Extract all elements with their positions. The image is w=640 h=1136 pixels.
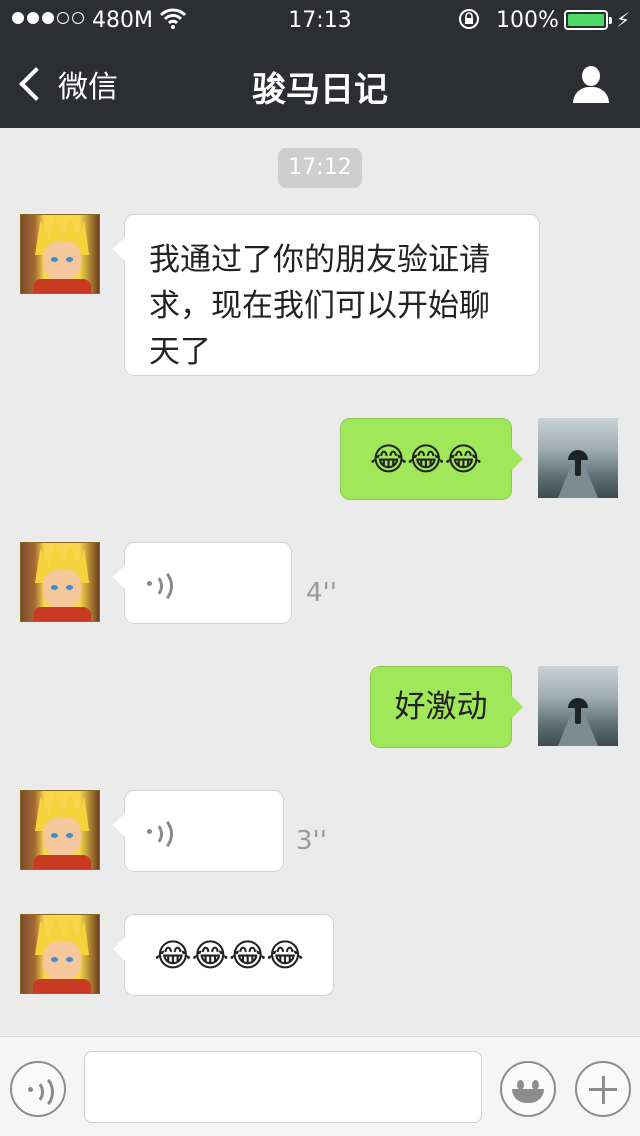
rotation-lock-icon bbox=[458, 8, 480, 36]
message-text: 好激动 bbox=[394, 689, 488, 725]
status-bar: 480M 17:13 100% ⚡ bbox=[0, 0, 640, 40]
message-bubble[interactable]: 😂😂😂 bbox=[340, 418, 523, 500]
avatar-figure bbox=[575, 458, 581, 476]
message-emoji: 😂😂😂😂 bbox=[154, 936, 304, 974]
voice-arc bbox=[143, 816, 173, 852]
more-button[interactable] bbox=[575, 1061, 631, 1117]
input-bar bbox=[0, 1036, 640, 1136]
battery-percent: 100% bbox=[496, 8, 559, 33]
avatar-figure bbox=[575, 706, 581, 724]
plus-icon-vertical bbox=[601, 1076, 605, 1104]
avatar-face bbox=[43, 241, 81, 281]
voice-input-button[interactable] bbox=[10, 1061, 66, 1117]
contact-avatar[interactable] bbox=[20, 214, 100, 294]
top-bar: 480M 17:13 100% ⚡ 微信 骏马日记 bbox=[0, 0, 640, 128]
avatar-eye bbox=[51, 585, 58, 590]
avatar-eye bbox=[66, 585, 73, 590]
person-head bbox=[582, 66, 600, 86]
avatar-eye bbox=[51, 833, 58, 838]
battery-icon bbox=[564, 10, 612, 30]
avatar-eye bbox=[66, 257, 73, 262]
avatar-eye bbox=[51, 957, 58, 962]
avatar-collar bbox=[33, 279, 91, 293]
chat-timestamp: 17:12 bbox=[278, 148, 362, 188]
message-bubble[interactable]: 😂😂😂😂 bbox=[113, 914, 334, 996]
message-bubble[interactable]: 好激动 bbox=[370, 666, 523, 748]
message-emoji: 😂😂😂 bbox=[369, 440, 483, 478]
battery-fill bbox=[568, 14, 604, 26]
bubble-tail bbox=[113, 813, 125, 837]
voice-wave-icon bbox=[147, 567, 177, 604]
contact-avatar[interactable] bbox=[20, 790, 100, 870]
contact-avatar[interactable] bbox=[20, 914, 100, 994]
bubble-tail bbox=[511, 695, 523, 719]
my-avatar[interactable] bbox=[538, 666, 618, 746]
avatar-eye bbox=[51, 257, 58, 262]
my-avatar[interactable] bbox=[538, 418, 618, 498]
voice-arc bbox=[143, 568, 173, 604]
contact-avatar[interactable] bbox=[20, 542, 100, 622]
bubble-tail bbox=[113, 565, 125, 589]
battery-tip bbox=[609, 17, 612, 24]
message-text: 我通过了你的朋友验证请求，现在我们可以开始聊天了 bbox=[149, 242, 490, 370]
voice-arc bbox=[24, 1074, 54, 1110]
smiley-icon bbox=[512, 1089, 544, 1103]
avatar-face bbox=[43, 817, 81, 857]
voice-icon bbox=[28, 1073, 58, 1110]
voice-message-bubble[interactable] bbox=[113, 790, 284, 872]
avatar-face bbox=[43, 941, 81, 981]
voice-duration: 3'' bbox=[296, 826, 327, 856]
bubble-tail bbox=[113, 237, 125, 261]
avatar-collar bbox=[33, 979, 91, 993]
person-icon[interactable] bbox=[572, 66, 610, 104]
avatar-eye bbox=[66, 833, 73, 838]
voice-wave-icon bbox=[147, 815, 177, 852]
voice-message-bubble[interactable] bbox=[113, 542, 292, 624]
bubble-tail bbox=[511, 447, 523, 471]
bubble-tail bbox=[113, 937, 125, 961]
message-bubble[interactable]: 我通过了你的朋友验证请求，现在我们可以开始聊天了 bbox=[113, 214, 540, 376]
message-input[interactable] bbox=[84, 1051, 482, 1123]
avatar-collar bbox=[33, 607, 91, 621]
page-title: 骏马日记 bbox=[252, 70, 388, 110]
avatar-face bbox=[43, 569, 81, 609]
voice-duration: 4'' bbox=[306, 578, 337, 608]
avatar-collar bbox=[33, 855, 91, 869]
avatar-eye bbox=[66, 957, 73, 962]
emoji-button[interactable] bbox=[500, 1061, 556, 1117]
person-body bbox=[573, 87, 609, 103]
charging-icon: ⚡ bbox=[616, 8, 631, 32]
